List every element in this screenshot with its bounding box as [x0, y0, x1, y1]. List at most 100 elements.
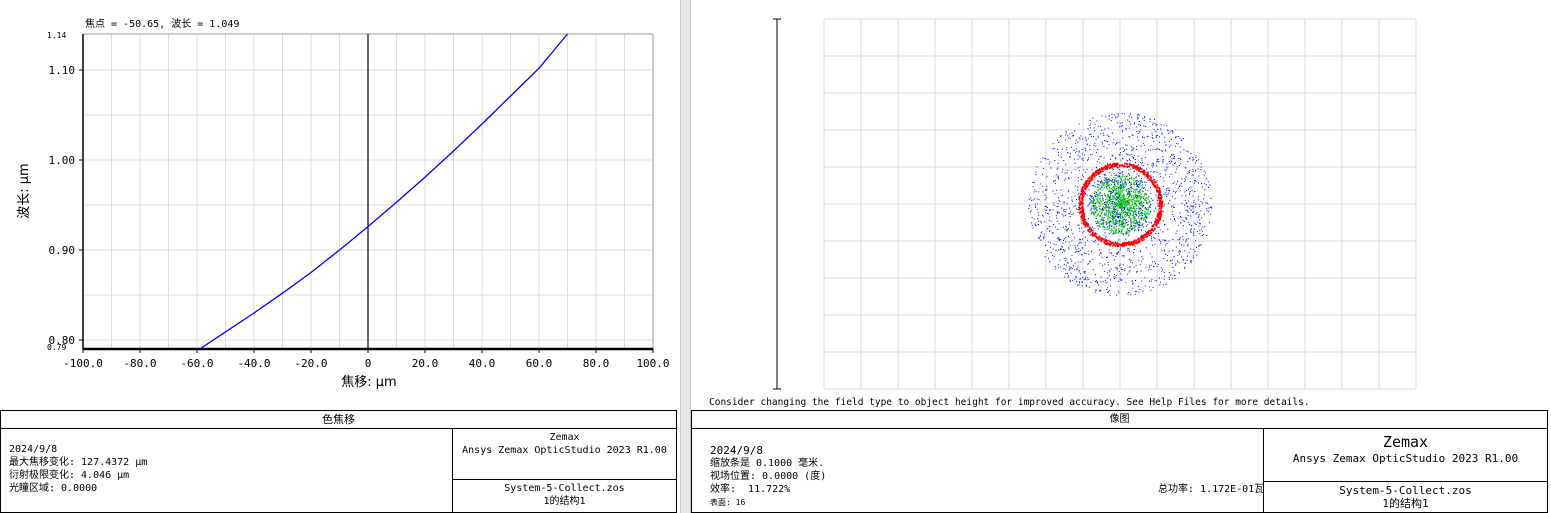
spot-dot-red [1158, 200, 1161, 202]
spot-dot-blue [1078, 150, 1080, 152]
spot-dot-green [1136, 189, 1138, 191]
spot-dot-blue-core [1127, 224, 1129, 226]
spot-dot-blue-core [1146, 216, 1148, 218]
spot-dot-blue [1115, 253, 1117, 255]
spot-dot-blue [1193, 231, 1195, 233]
spot-dot-blue [1044, 157, 1046, 159]
spot-dot-blue [1161, 249, 1163, 251]
spot-dot-green [1133, 191, 1135, 193]
spot-dot-blue [1094, 241, 1096, 243]
spot-dot-green [1105, 178, 1107, 180]
spot-dot-blue [1186, 150, 1188, 152]
spot-dot-green [1116, 225, 1118, 228]
spot-dot-blue [1149, 267, 1151, 269]
spot-dot-red [1146, 233, 1149, 235]
spot-dot-blue [1152, 138, 1154, 139]
spot-dot-blue [1061, 245, 1063, 247]
spot-dot-green [1123, 179, 1125, 181]
spot-dot-blue [1151, 164, 1153, 166]
spot-dot-blue-core [1101, 181, 1103, 183]
spot-dot-blue [1082, 259, 1084, 261]
spot-dot-blue [1177, 239, 1179, 241]
spot-dot-red [1080, 215, 1082, 218]
spot-dot-green [1135, 223, 1137, 225]
spot-dot-blue [1140, 250, 1142, 252]
spot-dot-green [1093, 211, 1095, 213]
spot-dot-blue [1160, 150, 1162, 152]
spot-dot-blue-core [1095, 221, 1097, 223]
spot-dot-green [1129, 207, 1131, 209]
spot-dot-green [1097, 190, 1099, 192]
spot-dot-blue [1192, 207, 1194, 209]
spot-dot-blue [1178, 272, 1180, 274]
spot-dot-red [1142, 234, 1145, 237]
spot-dot-blue [1190, 261, 1192, 262]
spot-dot-green [1112, 220, 1114, 223]
spot-dot-blue [1198, 215, 1200, 217]
right-footer-brand-cell: Zemax Ansys Zemax OpticStudio 2023 R1.00 [1264, 429, 1547, 482]
spot-dot-blue [1202, 230, 1204, 232]
spot-dot-blue [1087, 138, 1089, 140]
spot-dot-blue [1187, 243, 1189, 245]
spot-dot-blue [1096, 151, 1098, 153]
spot-dot-green [1096, 209, 1098, 212]
spot-dot-blue [1094, 123, 1096, 125]
spot-dot-blue [1108, 144, 1110, 146]
spot-dot-green [1115, 189, 1117, 191]
spot-dot-blue [1136, 126, 1138, 128]
spot-dot-blue [1129, 123, 1131, 125]
spot-dot-blue [1056, 168, 1058, 170]
spot-dot-blue [1090, 133, 1092, 135]
spot-dot-blue [1172, 267, 1174, 268]
spot-dot-green [1108, 178, 1110, 180]
spot-dot-blue [1109, 289, 1111, 291]
spot-dot-blue [1156, 165, 1158, 167]
spot-dot-blue-core [1116, 193, 1118, 195]
spot-dot-blue-core [1119, 195, 1121, 196]
spot-dot-blue [1040, 222, 1042, 224]
spot-dot-green [1127, 220, 1129, 222]
spot-dot-blue [1068, 269, 1070, 271]
spot-dot-blue [1096, 280, 1097, 282]
spot-dot-blue [1190, 248, 1192, 250]
spot-dot-blue [1165, 166, 1167, 168]
spot-dot-blue [1104, 270, 1106, 272]
spot-dot-blue [1066, 147, 1068, 148]
spot-dot-blue [1164, 275, 1165, 277]
spot-dot-blue [1067, 246, 1069, 248]
spot-dot-blue [1080, 242, 1082, 244]
spot-dot-blue [1132, 196, 1134, 198]
spot-dot-red [1138, 241, 1140, 244]
spot-dot-blue [1186, 205, 1188, 207]
spot-dot-red [1158, 210, 1161, 213]
spot-dot-blue [1077, 266, 1079, 268]
spot-dot-red [1158, 193, 1160, 196]
spot-dot-blue [1035, 205, 1037, 207]
spot-dot-green [1096, 206, 1098, 208]
spot-dot-blue [1124, 179, 1126, 181]
spot-dot-green [1093, 198, 1095, 200]
spot-dot-green [1122, 176, 1124, 178]
pane-splitter[interactable] [680, 0, 691, 513]
spot-dot-green [1116, 210, 1118, 212]
spot-dot-blue [1168, 161, 1170, 162]
spot-dot-green [1126, 215, 1128, 217]
spot-dot-blue [1138, 230, 1140, 232]
spot-dot-blue [1107, 162, 1108, 164]
spot-dot-blue [1119, 263, 1121, 265]
spot-dot-blue-core [1130, 187, 1132, 188]
left-footer-info: 2024/9/8 最大焦移变化: 127.4372 µm 衍射极限变化: 4.0… [1, 429, 453, 512]
spot-dot-blue [1165, 144, 1167, 146]
spot-dot-blue [1179, 253, 1180, 255]
spot-dot-blue [1182, 236, 1184, 238]
spot-dot-green [1100, 185, 1103, 187]
spot-dot-blue [1044, 256, 1046, 258]
spot-dot-green [1096, 222, 1098, 224]
focal-shift-curve [199, 33, 568, 350]
spot-dot-blue [1200, 217, 1202, 219]
spot-dot-blue [1143, 125, 1145, 127]
spot-dot-red [1078, 206, 1080, 209]
spot-dot-blue [1160, 267, 1162, 269]
spot-dot-blue [1152, 124, 1154, 126]
spot-dot-blue [1069, 268, 1071, 270]
